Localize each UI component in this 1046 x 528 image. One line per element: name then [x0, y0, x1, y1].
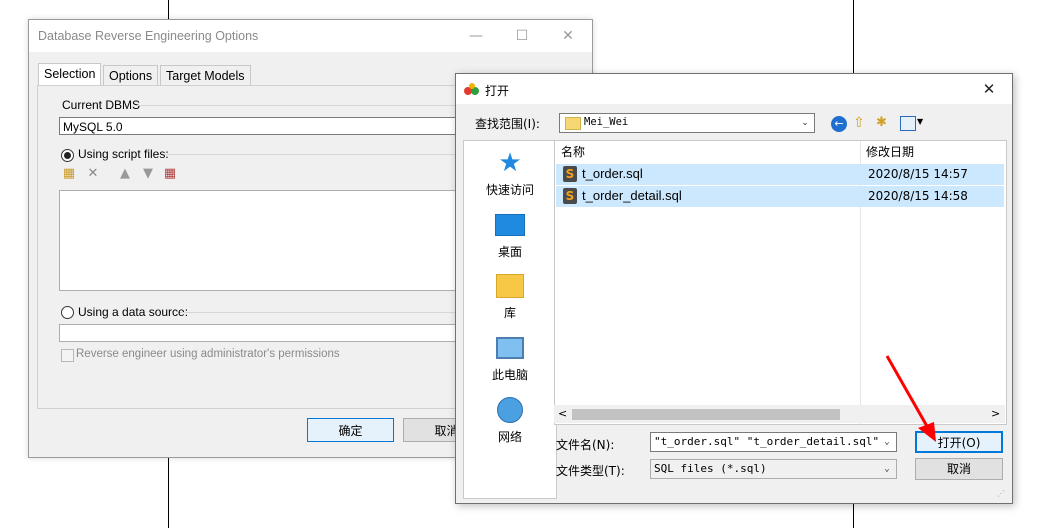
tab-options[interactable]: Options — [103, 65, 159, 87]
place-this-pc[interactable]: 此电脑 — [464, 334, 556, 383]
script-files-label: Using script files: — [78, 147, 169, 161]
column-header-date[interactable]: 修改日期 — [860, 141, 1006, 163]
new-folder-icon[interactable]: ✱ — [876, 115, 887, 130]
look-in-value: Mei_Wei — [584, 116, 629, 128]
place-label: 此电脑 — [491, 368, 528, 382]
sort-arrow-icon: ⌃ — [703, 140, 712, 148]
folder-icon — [565, 117, 581, 130]
sql-file-icon: S — [563, 188, 577, 204]
bg-line-right-bottom — [853, 502, 854, 528]
script-files-radio[interactable] — [61, 149, 74, 162]
sql-file-icon: S — [563, 166, 577, 182]
scroll-thumb[interactable] — [572, 409, 840, 420]
data-source-radio[interactable] — [61, 306, 74, 319]
file-name: t_order.sql — [582, 166, 643, 181]
data-source-label: Using a data source: — [78, 305, 189, 319]
library-icon — [495, 272, 525, 300]
place-quick-access[interactable]: ★ 快速访问 — [464, 148, 556, 198]
move-up-icon[interactable]: ▲ — [117, 166, 133, 182]
scroll-left-icon[interactable]: < — [558, 407, 567, 420]
file-type-value: SQL files (*.sql) — [654, 462, 767, 475]
star-icon: ★ — [498, 148, 522, 178]
close-icon[interactable]: ✕ — [966, 74, 1012, 104]
dialog-title: Database Reverse Engineering Options — [38, 29, 259, 43]
bg-line-left-top — [168, 0, 169, 20]
look-in-combo[interactable]: Mei_Wei ⌄ — [559, 113, 815, 133]
title-bar[interactable]: Database Reverse Engineering Options — ☐… — [29, 20, 592, 52]
place-library[interactable]: 库 — [464, 272, 556, 321]
file-row[interactable]: S t_order.sql 2020/8/15 14:57 — [556, 164, 1004, 185]
admin-permissions-checkbox[interactable] — [61, 349, 74, 362]
move-down-icon[interactable]: ▼ — [140, 166, 156, 182]
chevron-down-icon[interactable]: ⌄ — [798, 116, 812, 130]
scroll-right-icon[interactable]: > — [991, 407, 1000, 420]
view-dropdown-icon[interactable]: ▼ — [917, 117, 923, 126]
tab-target-models[interactable]: Target Models — [160, 65, 251, 87]
file-row[interactable]: S t_order_detail.sql 2020/8/15 14:58 — [556, 186, 1004, 207]
file-name-label: 文件名(N): — [556, 438, 615, 452]
title-bar[interactable]: 打开 ✕ — [456, 74, 1012, 104]
delete-icon[interactable]: ✕ — [85, 166, 101, 182]
maximize-icon[interactable]: ☐ — [499, 20, 545, 52]
desktop-icon — [495, 211, 525, 239]
file-type-combo[interactable]: SQL files (*.sql) ⌄ — [650, 459, 897, 479]
place-network[interactable]: 网络 — [464, 396, 556, 445]
minimize-icon[interactable]: — — [453, 20, 499, 52]
close-icon[interactable]: ✕ — [545, 20, 591, 52]
file-name: t_order_detail.sql — [582, 188, 682, 203]
file-name-combo[interactable]: "t_order.sql" "t_order_detail.sql" ⌄ — [650, 432, 897, 452]
annotation-arrow — [885, 355, 936, 442]
resize-grip-icon[interactable]: ⋰ — [997, 489, 1005, 498]
file-name-value: "t_order.sql" "t_order_detail.sql" — [654, 435, 880, 448]
clear-list-icon[interactable]: ▦ — [162, 166, 178, 182]
place-label: 快速访问 — [485, 183, 534, 197]
tab-selection[interactable]: Selection — [38, 63, 102, 87]
dialog-title: 打开 — [485, 84, 510, 98]
app-icon — [464, 83, 479, 95]
place-label: 网络 — [497, 430, 522, 444]
place-label: 库 — [503, 306, 516, 320]
cancel-button[interactable]: 取消 — [915, 458, 1003, 480]
computer-icon — [495, 334, 525, 362]
bg-line-left-bottom — [168, 456, 169, 528]
admin-permissions-label: Reverse engineer using administrator's p… — [76, 348, 340, 360]
current-dbms-label: Current DBMS — [62, 98, 141, 112]
file-type-label: 文件类型(T): — [556, 464, 625, 478]
file-date: 2020/8/15 14:57 — [868, 167, 968, 181]
add-file-icon[interactable]: ▦ — [61, 166, 77, 182]
file-date: 2020/8/15 14:58 — [868, 189, 968, 203]
ok-button[interactable]: 确定 — [307, 418, 394, 442]
place-label: 桌面 — [497, 245, 522, 259]
network-icon — [495, 396, 525, 424]
places-bar: ★ 快速访问 桌面 库 此电脑 网络 — [463, 140, 557, 499]
view-menu-icon[interactable] — [900, 116, 916, 131]
back-icon[interactable]: ← — [831, 116, 847, 132]
look-in-label: 查找范围(I): — [475, 117, 540, 131]
chevron-down-icon[interactable]: ⌄ — [880, 462, 894, 476]
bg-line-right-top — [853, 0, 854, 73]
up-folder-icon[interactable]: ⇧ — [853, 115, 865, 131]
place-desktop[interactable]: 桌面 — [464, 211, 556, 260]
